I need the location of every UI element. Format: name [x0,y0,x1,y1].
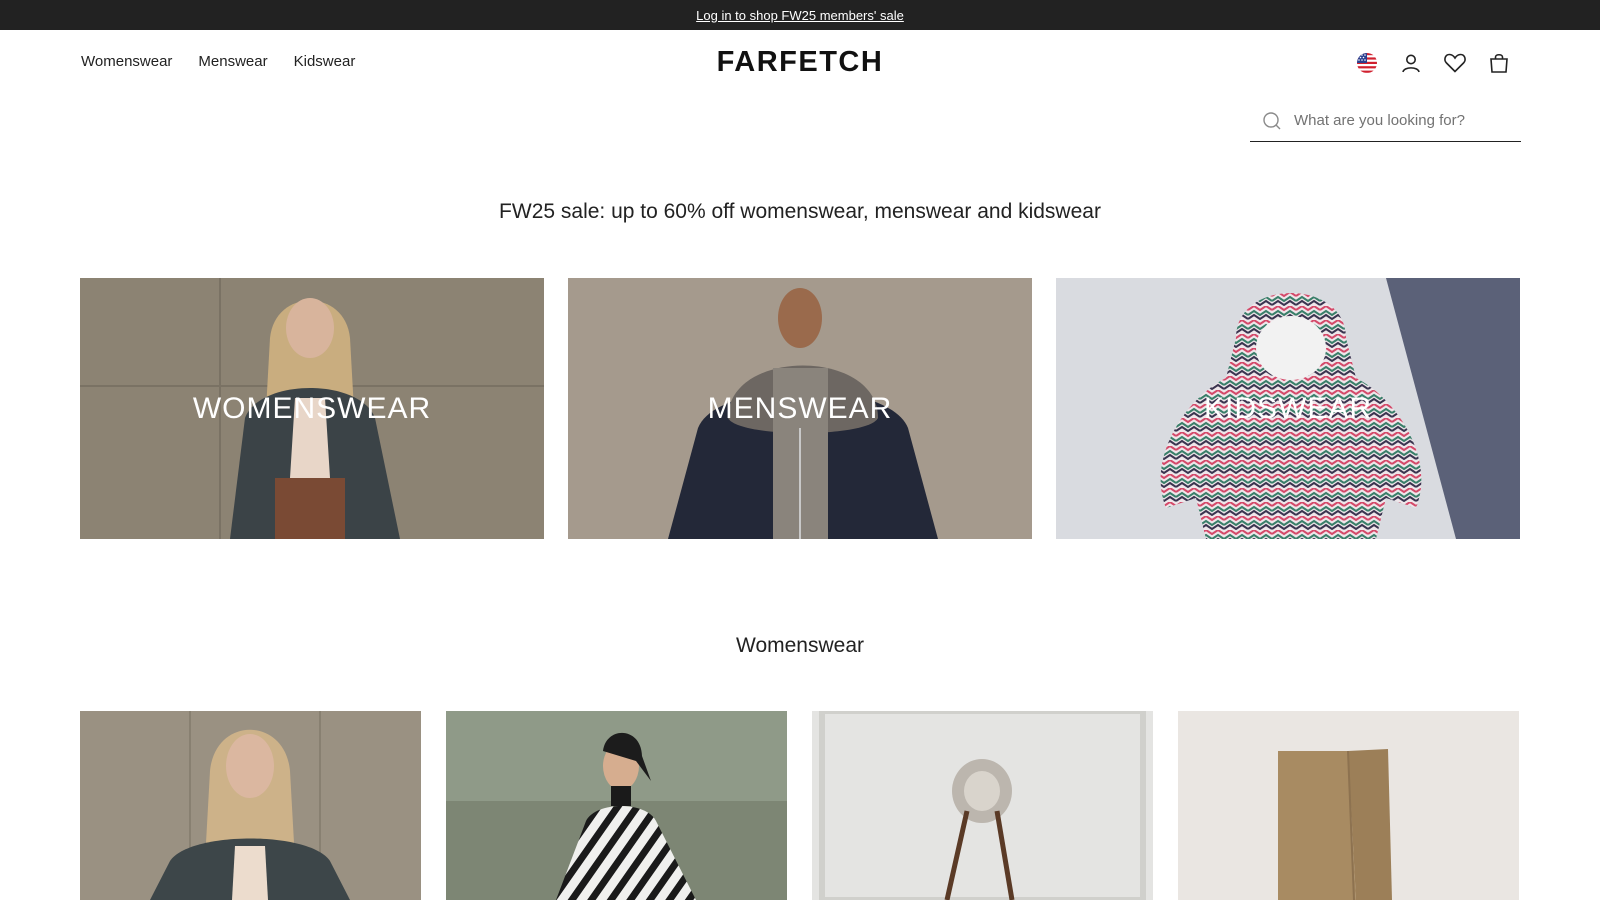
womenswear-card-zebra-cape[interactable] [446,711,787,900]
us-flag-icon[interactable] [1354,50,1379,75]
header-icons [1354,50,1511,75]
search-bar [1250,100,1521,142]
nav-item-womenswear[interactable]: Womenswear [81,53,172,70]
promo-bar: Log in to shop FW25 members' sale [0,0,1600,30]
category-tiles: WOMENSWEAR MENSWEAR KIDSWEAR [80,278,1520,539]
search-icon [1262,111,1282,131]
farfetch-logo[interactable]: FARFETCH [717,46,884,78]
nav-item-kidswear[interactable]: Kidswear [294,53,356,70]
category-tile-label: MENSWEAR [707,391,893,425]
category-tile-label: WOMENSWEAR [192,391,432,425]
shopping-bag-icon[interactable] [1486,50,1511,75]
model-in-coat-image [80,711,421,900]
category-tile-womenswear[interactable]: WOMENSWEAR [80,278,544,539]
category-tile-menswear[interactable]: MENSWEAR [568,278,1032,539]
womenswear-card-coat[interactable] [80,711,421,900]
womenswear-card-boot[interactable] [1178,711,1519,900]
womenswear-card-bag[interactable] [812,711,1153,900]
suede-boot-image [1178,711,1519,900]
bag-on-door-image [812,711,1153,900]
category-tile-label: KIDSWEAR [1203,391,1373,425]
womenswear-product-row [80,711,1519,900]
wishlist-heart-icon[interactable] [1442,50,1467,75]
site-header: Womenswear Menswear Kidswear FARFETCH [0,30,1600,100]
account-icon[interactable] [1398,50,1423,75]
department-nav: Womenswear Menswear Kidswear [81,53,355,70]
category-tile-kidswear[interactable]: KIDSWEAR [1056,278,1520,539]
nav-item-menswear[interactable]: Menswear [198,53,267,70]
sale-headline: FW25 sale: up to 60% off womenswear, men… [499,200,1101,223]
model-in-zebra-print-image [446,711,787,900]
members-sale-login-link[interactable]: Log in to shop FW25 members' sale [696,8,904,23]
search-input[interactable] [1294,112,1514,129]
womenswear-section-title: Womenswear [736,634,864,657]
